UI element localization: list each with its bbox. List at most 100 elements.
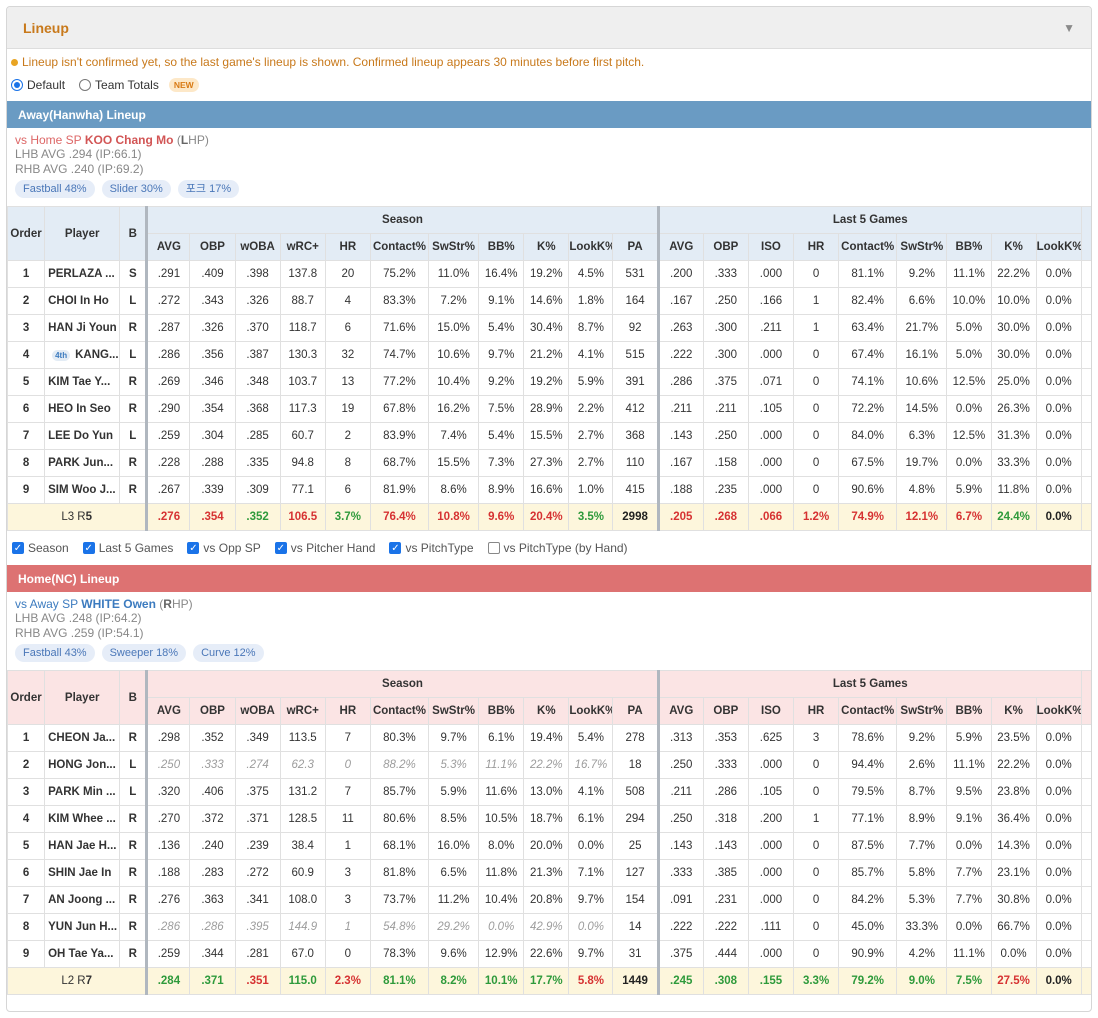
last5-col-header[interactable]: LookK% <box>1035 233 1082 261</box>
player-name[interactable]: KIM Tae Y... <box>44 368 121 396</box>
player-name-text[interactable]: KIM Whee ... <box>48 813 116 825</box>
player-name-text[interactable]: HAN Ji Youn <box>48 322 117 334</box>
panel-header[interactable]: Lineup ▼ <box>7 7 1091 49</box>
last5-col-header[interactable]: OBP <box>702 233 749 261</box>
season-col-header[interactable]: SwStr% <box>428 233 480 261</box>
player-name[interactable]: AN Joong ... <box>44 886 121 914</box>
toggle-last-5-games[interactable]: ✓ Last 5 Games <box>82 541 173 555</box>
player-name-text[interactable]: SHIN Jae In <box>48 867 111 879</box>
last5-col-header[interactable]: Contact% <box>838 233 898 261</box>
collapse-caret-icon[interactable]: ▼ <box>1063 21 1075 35</box>
last5-col-header[interactable]: AVG <box>656 233 704 261</box>
season-col-header[interactable]: wRC+ <box>279 233 326 261</box>
player-name-text[interactable]: AN Joong ... <box>48 894 115 906</box>
radio-default-circle[interactable] <box>11 79 23 91</box>
radio-team-totals[interactable]: Team Totals <box>79 78 159 92</box>
season-col-header[interactable]: BB% <box>478 233 525 261</box>
home-sp-name[interactable]: WHITE Owen <box>81 597 156 611</box>
season-col-header[interactable]: Contact% <box>369 233 430 261</box>
season-col-header[interactable]: AVG <box>145 233 191 261</box>
player-name[interactable]: HAN Ji Youn <box>44 314 121 342</box>
checkbox-icon[interactable]: ✓ <box>82 542 95 554</box>
season-col-header[interactable]: K% <box>523 697 570 725</box>
last5-col-header[interactable]: ISO <box>747 697 795 725</box>
season-col-header[interactable]: OBP <box>189 697 236 725</box>
player-name[interactable]: 4th KANG... <box>44 341 121 369</box>
checkbox-icon[interactable] <box>487 542 500 554</box>
last5-col-header[interactable]: BB% <box>946 233 992 261</box>
last5-stat: 0 <box>793 832 840 860</box>
last5-col-header[interactable]: K% <box>990 233 1037 261</box>
player-name-text[interactable]: LEE Do Yun <box>48 430 113 442</box>
player-name-text[interactable]: SIM Woo J... <box>48 484 116 496</box>
player-name[interactable]: CHEON Ja... <box>44 724 121 752</box>
last5-col-header[interactable]: Contact% <box>838 697 898 725</box>
season-col-header[interactable]: OBP <box>189 233 236 261</box>
toggle-vs-pitcher-hand[interactable]: ✓ vs Pitcher Hand <box>274 541 375 555</box>
player-name-text[interactable]: HONG Jon... <box>48 759 116 771</box>
radio-team-totals-circle[interactable] <box>79 79 92 91</box>
season-col-header[interactable]: K% <box>523 233 570 261</box>
player-name-text[interactable]: YUN Jun H... <box>48 921 117 933</box>
player-name-text[interactable]: KANG... <box>75 349 118 361</box>
player-name[interactable]: CHOI In Ho <box>44 287 121 315</box>
player-name[interactable]: HAN Jae H... <box>44 832 121 860</box>
season-col-header[interactable]: HR <box>324 697 371 725</box>
player-name[interactable]: OH Tae Ya... <box>44 940 121 968</box>
season-col-header[interactable]: LookK% <box>568 233 614 261</box>
season-col-header[interactable]: AVG <box>145 697 191 725</box>
toggle-vs-opp-sp[interactable]: ✓ vs Opp SP <box>187 541 261 555</box>
radio-default[interactable]: Default <box>11 78 65 92</box>
player-name[interactable]: SIM Woo J... <box>44 476 121 504</box>
season-col-header[interactable]: PA <box>612 697 659 725</box>
player-name[interactable]: HONG Jon... <box>44 751 121 779</box>
checkbox-icon[interactable]: ✓ <box>12 542 24 554</box>
season-col-header[interactable]: HR <box>324 233 371 261</box>
season-col-header[interactable]: PA <box>612 233 659 261</box>
season-col-header[interactable]: SwStr% <box>428 697 480 725</box>
player-name[interactable]: KIM Whee ... <box>44 805 121 833</box>
last5-col-header[interactable]: OBP <box>702 697 749 725</box>
player-name[interactable]: LEE Do Yun <box>44 422 121 450</box>
season-col-header[interactable]: BB% <box>478 697 525 725</box>
season-col-header[interactable]: wRC+ <box>279 697 326 725</box>
season-col-header[interactable]: wOBA <box>234 233 281 261</box>
checkbox-icon[interactable]: ✓ <box>274 542 287 554</box>
last5-col-header[interactable]: LookK% <box>1035 697 1082 725</box>
last5-col-header[interactable]: HR <box>793 233 840 261</box>
last5-col-header[interactable]: SwStr% <box>896 697 948 725</box>
season-col-header[interactable]: Contact% <box>369 697 430 725</box>
player-name-text[interactable]: PARK Min ... <box>48 786 116 798</box>
last5-col-header[interactable]: BB% <box>946 697 992 725</box>
season-col-header[interactable]: LookK% <box>568 697 614 725</box>
player-name[interactable]: PARK Jun... <box>44 449 121 477</box>
player-name-text[interactable]: OH Tae Ya... <box>48 948 113 960</box>
toggle-vs-pitchtype-by-hand[interactable]: vs PitchType (by Hand) <box>487 541 628 555</box>
player-name[interactable]: HEO In Seo <box>44 395 121 423</box>
last5-col-header[interactable]: HR <box>793 697 840 725</box>
toggle-vs-pitchtype[interactable]: ✓ vs PitchType <box>389 541 474 555</box>
checkbox-icon[interactable]: ✓ <box>389 542 402 554</box>
player-name-text[interactable]: CHEON Ja... <box>48 732 115 744</box>
player-name[interactable]: PARK Min ... <box>44 778 121 806</box>
away-sp-name[interactable]: KOO Chang Mo <box>85 133 174 147</box>
player-name-text[interactable]: HAN Jae H... <box>48 840 116 852</box>
player-name-text[interactable]: KIM Tae Y... <box>48 376 110 388</box>
last5-stat: 19.7% <box>896 449 948 477</box>
player-name[interactable]: PERLAZA ... <box>44 260 121 288</box>
toggle-season[interactable]: ✓ Season <box>12 541 69 555</box>
season-stat: 7.5% <box>478 395 525 423</box>
player-name-text[interactable]: PARK Jun... <box>48 457 113 469</box>
checkbox-icon[interactable]: ✓ <box>187 542 200 554</box>
player-name-text[interactable]: PERLAZA ... <box>48 268 115 280</box>
player-name-text[interactable]: CHOI In Ho <box>48 295 109 307</box>
player-name[interactable]: SHIN Jae In <box>44 859 121 887</box>
player-name-text[interactable]: HEO In Seo <box>48 403 111 415</box>
season-col-header[interactable]: wOBA <box>234 697 281 725</box>
player-name[interactable]: YUN Jun H... <box>44 913 121 941</box>
last5-col-header[interactable]: ISO <box>747 233 795 261</box>
last5-col-header[interactable]: K% <box>990 697 1037 725</box>
last5-col-header[interactable]: SwStr% <box>896 233 948 261</box>
last5-col-header[interactable]: AVG <box>656 697 704 725</box>
season-stat: 38.4 <box>279 832 326 860</box>
